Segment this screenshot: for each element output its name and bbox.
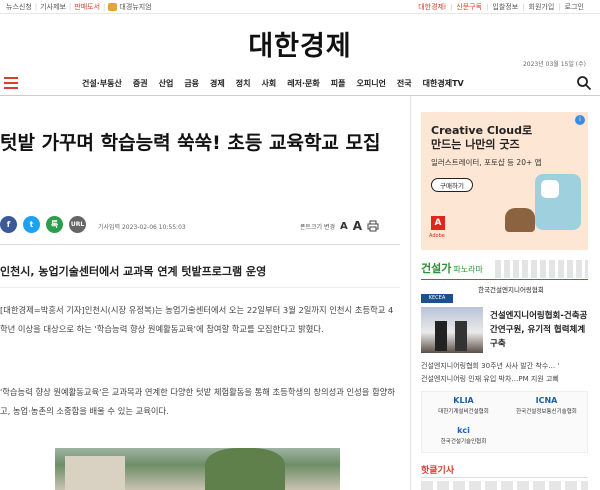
top-link-books[interactable]: 판매도서 [74,2,100,12]
kecea-logo: KECEA [421,294,453,303]
ad-info-icon[interactable]: i [575,115,585,125]
ad-cat-illustration [505,208,535,232]
adobe-ad-banner[interactable]: i Creative Cloud로 만드는 나만의 굿즈 일러스트레이터, 포토… [421,112,588,250]
article-headline: 텃밭 가꾸며 학습능력 쑥쑥! 초등 교육학교 모집 [0,132,381,154]
article-paragraph: '학습능력 향상 원예활동교육'은 교과목과 연계한 다양한 텃밭 체험활동을 … [0,387,395,416]
article: 텃밭 가꾸며 학습능력 쑥쑥! 초등 교육학교 모집 f t 톡 URL 기사입… [0,96,410,490]
nav-item[interactable]: 피플 [331,78,346,89]
adobe-logo-icon: A [431,216,445,230]
article-paragraph: [대한경제=박흥서 기자]인천시(시장 유정복)는 농업기술센터에서 오는 22… [0,305,394,334]
top-link-museum[interactable]: 대경뉴지엄 [108,2,152,12]
association-logo-icna[interactable]: ICNA 한국건설정보통신기술협회 [505,392,588,422]
museum-logo-icon [108,3,118,11]
panorama-section-title[interactable]: 건설가 파노라마 [421,260,483,276]
top-link-tip[interactable]: 기사제보 [40,2,66,12]
nav-item[interactable]: 정치 [236,78,251,89]
news-list-item[interactable]: 건설엔지니어링협회 30주년 사사 발간 착수… ' [421,360,588,373]
news-thumbnail[interactable] [421,307,483,353]
top-link-login[interactable]: 로그인 [565,2,584,12]
nav-item[interactable]: 건설·부동산 [82,78,122,89]
facebook-share-icon[interactable]: f [0,216,17,233]
association-logo-kci[interactable]: kci 한국건설기술인협회 [422,422,505,452]
article-date: 기사입력 2023-02-06 10:55:03 [98,224,186,231]
top-link-daehan-i[interactable]: 대한경제i [418,2,446,12]
nav-item[interactable]: 경제 [210,78,225,89]
url-copy-icon[interactable]: URL [69,216,86,233]
sidebar-divider [410,96,411,490]
main-nav: 건설·부동산 증권 산업 금융 경제 정치 사회 레저·문화 피플 오피니언 전국 대한경제TV [0,72,600,96]
adobe-label: Adobe [429,233,445,239]
twitter-share-icon[interactable]: t [23,216,40,233]
font-decrease-button[interactable]: A [340,221,348,232]
masthead-date: 2023년 03월 15일 (수) [522,61,586,68]
menu-icon[interactable] [4,77,18,89]
association-logo-klia[interactable]: KLIA 대한기계설비건설협회 [422,392,505,422]
nav-item[interactable]: 사회 [262,78,277,89]
nav-item[interactable]: 증권 [133,78,148,89]
news-list: 건설엔지니어링협회 30주년 사사 발간 착수… ' 건설엔지니어링 인재 유입… [421,360,588,386]
divider [0,287,400,288]
share-buttons: f t 톡 URL [0,216,86,233]
font-size-controls: 폰트크기 변경 A A [300,219,379,233]
news-headline[interactable]: 건설엔지니어링협회-건축공간연구원, 유기적 협력체계 구축 [490,309,590,351]
divider [421,279,588,280]
top-link-newspaper-subscribe[interactable]: 신문구독 [456,2,482,12]
article-subtitle: 인천시, 농업기술센터에서 교과목 연계 텃밭프로그램 운영 [0,265,267,278]
font-increase-button[interactable]: A [353,219,362,233]
kakaostory-share-icon[interactable]: 톡 [46,216,63,233]
nav-item[interactable]: 전국 [397,78,412,89]
search-icon[interactable] [576,75,592,91]
nav-item[interactable]: 오피니언 [356,78,385,89]
hot-articles-preview [421,481,588,490]
top-link-bid-info[interactable]: 입찰정보 [492,2,518,12]
masthead: 대한경제 2023년 03월 15일 (수) [0,14,600,70]
top-link-subscribe-news[interactable]: 뉴스신청 [6,2,32,12]
ad-sub: 일러스트레이터, 포토샵 등 20+ 앱 [431,158,542,167]
top-link-signup[interactable]: 회원가입 [529,2,555,12]
nav-item[interactable]: 대한경제TV [423,78,464,89]
top-utility-bar: 뉴스신청 | 기사제보 | 판매도서 | 대경뉴지엄 대한경제i | 신문구독 … [0,0,600,14]
divider [421,477,588,478]
source-name: 한국건설엔지니어링협회 [478,286,544,294]
nav-item[interactable]: 레저·문화 [287,78,319,89]
association-logos: KLIA 대한기계설비건설협회 ICNA 한국건설정보통신기술협회 kci 한국… [421,391,588,453]
ad-camera-illustration [541,180,559,198]
ad-line2: 만드는 나만의 굿즈 [431,138,520,151]
source-association[interactable]: KECEA 한국건설엔지니어링협회 [421,284,588,303]
news-list-item[interactable]: 건설엔지니어링 인재 유입 박차…PM 지원 고삐 [421,373,588,386]
hot-articles-title: 핫클기사 [421,466,455,476]
nav-item[interactable]: 산업 [159,78,174,89]
skyline-decoration [495,260,588,278]
ad-buy-button[interactable]: 구매하기 [431,178,473,192]
font-size-label: 폰트크기 변경 [300,223,336,231]
divider [0,244,400,245]
print-icon[interactable] [367,220,379,232]
article-photo [55,448,340,490]
nav-menu: 건설·부동산 증권 산업 금융 경제 정치 사회 레저·문화 피플 오피니언 전국 대한경제TV [82,78,464,89]
site-logo[interactable]: 대한경제 [0,24,600,63]
nav-item[interactable]: 금융 [184,78,199,89]
